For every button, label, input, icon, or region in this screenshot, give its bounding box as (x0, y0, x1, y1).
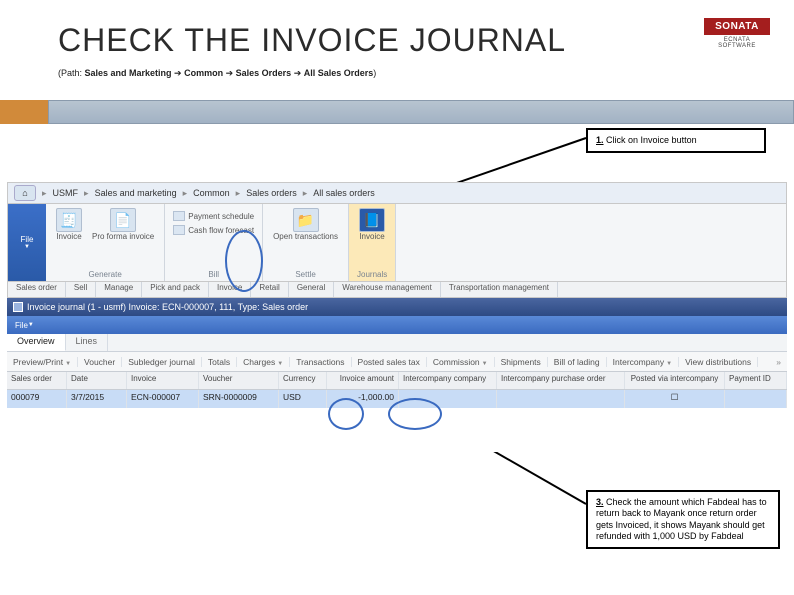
col-intercompany-company[interactable]: Intercompany company (399, 372, 497, 389)
ribbon-tab[interactable]: Warehouse management (334, 282, 441, 297)
brand-logo: SONATA ECNATA SOFTWARE (704, 18, 770, 49)
toolbar-bill-of-lading[interactable]: Bill of lading (548, 357, 607, 367)
ax-screenshot: ⌂ ▸USMF ▸Sales and marketing ▸Common ▸Sa… (7, 182, 787, 452)
cell-intercompany-company (399, 390, 497, 408)
document-icon: 🧾 (56, 208, 82, 232)
window-file-button[interactable]: File ▼ (7, 316, 787, 334)
cell-voucher: SRN-0000009 (199, 390, 279, 408)
ribbon-group-bill: Payment schedule Cash flow forecast Bill (165, 204, 263, 281)
toolbar-intercompany[interactable]: Intercompany▼ (607, 357, 679, 367)
col-invoice-amount[interactable]: Invoice amount (327, 372, 399, 389)
cell-currency: USD (279, 390, 327, 408)
slide-title: CHECK THE INVOICE JOURNAL (58, 22, 566, 59)
grid-header: Sales order Date Invoice Voucher Currenc… (7, 372, 787, 390)
subtabs: Overview Lines (7, 334, 787, 352)
ribbon-tab[interactable]: Sell (66, 282, 96, 297)
toolbar-posted-sales-tax[interactable]: Posted sales tax (352, 357, 427, 367)
toolbar-totals[interactable]: Totals (202, 357, 237, 367)
invoice-generate-button[interactable]: 🧾Invoice (54, 206, 84, 241)
ribbon-tab[interactable]: Transportation management (441, 282, 558, 297)
toolbar-charges[interactable]: Charges▼ (237, 357, 290, 367)
cell-payment-id (725, 390, 787, 408)
nav-path: (Path: Sales and Marketing ➔ Common ➔ Sa… (58, 68, 376, 79)
tab-overview[interactable]: Overview (7, 334, 66, 351)
ribbon-tab[interactable]: General (289, 282, 334, 297)
col-posted-via-intercompany[interactable]: Posted via intercompany (625, 372, 725, 389)
folder-icon: 📁 (293, 208, 319, 232)
toolbar-commission[interactable]: Commission▼ (427, 357, 495, 367)
toolbar-preview-print[interactable]: Preview/Print▼ (7, 357, 78, 367)
ribbon-tab[interactable]: Pick and pack (142, 282, 209, 297)
breadcrumb-item[interactable]: Common (193, 188, 230, 198)
ribbon-tab[interactable]: Invoice (209, 282, 251, 297)
callout-3: 3. Check the amount which Fabdeal has to… (586, 490, 780, 549)
toolbar-subledger[interactable]: Subledger journal (122, 357, 202, 367)
col-invoice[interactable]: Invoice (127, 372, 199, 389)
toolbar-transactions[interactable]: Transactions (290, 357, 351, 367)
breadcrumb-item[interactable]: USMF (53, 188, 79, 198)
ribbon: File▼ 🧾Invoice 📄Pro forma invoice Genera… (7, 204, 787, 282)
cell-invoice: ECN-000007 (127, 390, 199, 408)
chevron-down-icon: ▼ (277, 361, 283, 367)
toolbar-voucher[interactable]: Voucher (78, 357, 122, 367)
document-icon: 📄 (110, 208, 136, 232)
cell-invoice-amount: -1,000.00 (327, 390, 399, 408)
breadcrumb-bar: ⌂ ▸USMF ▸Sales and marketing ▸Common ▸Sa… (7, 182, 787, 204)
ribbon-tab[interactable]: Retail (251, 282, 288, 297)
window-icon (13, 302, 23, 312)
chevron-down-icon: ▼ (24, 244, 30, 250)
cell-intercompany-po (497, 390, 625, 408)
col-currency[interactable]: Currency (279, 372, 327, 389)
col-payment-id[interactable]: Payment ID (725, 372, 787, 389)
grid-row[interactable]: 000079 3/7/2015 ECN-000007 SRN-0000009 U… (7, 390, 787, 408)
ribbon-group-generate: 🧾Invoice 📄Pro forma invoice Generate (46, 204, 165, 281)
proforma-invoice-button[interactable]: 📄Pro forma invoice (90, 206, 156, 241)
col-date[interactable]: Date (67, 372, 127, 389)
ribbon-group-journals: 📘Invoice Journals (349, 204, 396, 281)
chevron-down-icon: ▼ (666, 361, 672, 367)
cell-sales-order: 000079 (7, 390, 67, 408)
ribbon-tabs: Sales order Sell Manage Pick and pack In… (7, 282, 787, 298)
cash-flow-forecast-button[interactable]: Cash flow forecast (173, 224, 254, 236)
toolbar-view-distributions[interactable]: View distributions (679, 357, 758, 367)
calendar-icon (173, 211, 185, 221)
invoice-journal-button[interactable]: 📘Invoice (357, 206, 387, 241)
file-button[interactable]: File▼ (8, 204, 46, 281)
brand-logo-text: SONATA (704, 18, 770, 35)
cell-date: 3/7/2015 (67, 390, 127, 408)
open-transactions-button[interactable]: 📁Open transactions (271, 206, 340, 241)
tab-lines[interactable]: Lines (66, 334, 109, 351)
breadcrumb-item[interactable]: Sales and marketing (95, 188, 177, 198)
col-voucher[interactable]: Voucher (199, 372, 279, 389)
chart-icon (173, 225, 185, 235)
toolbar-shipments[interactable]: Shipments (495, 357, 548, 367)
journal-icon: 📘 (359, 208, 385, 232)
cell-posted-via-intercompany: ☐ (625, 390, 725, 408)
title-rule (48, 100, 794, 124)
home-icon[interactable]: ⌂ (14, 185, 36, 201)
ribbon-tab[interactable]: Manage (96, 282, 142, 297)
chevron-down-icon: ▼ (28, 322, 34, 328)
ribbon-group-settle: 📁Open transactions Settle (263, 204, 349, 281)
col-intercompany-po[interactable]: Intercompany purchase order (497, 372, 625, 389)
breadcrumb-item[interactable]: All sales orders (313, 188, 375, 198)
chevron-down-icon: ▼ (482, 361, 488, 367)
toolbar-overflow[interactable]: » (770, 357, 787, 367)
payment-schedule-button[interactable]: Payment schedule (173, 210, 254, 222)
breadcrumb-item[interactable]: Sales orders (246, 188, 297, 198)
ribbon-tab[interactable]: Sales order (8, 282, 66, 297)
callout-1: 1. Click on Invoice button (586, 128, 766, 153)
chevron-down-icon: ▼ (65, 361, 71, 367)
grid-toolbar: Preview/Print▼ Voucher Subledger journal… (7, 352, 787, 372)
window-titlebar: Invoice journal (1 - usmf) Invoice: ECN-… (7, 298, 787, 316)
accent-block (0, 100, 48, 124)
col-sales-order[interactable]: Sales order (7, 372, 67, 389)
